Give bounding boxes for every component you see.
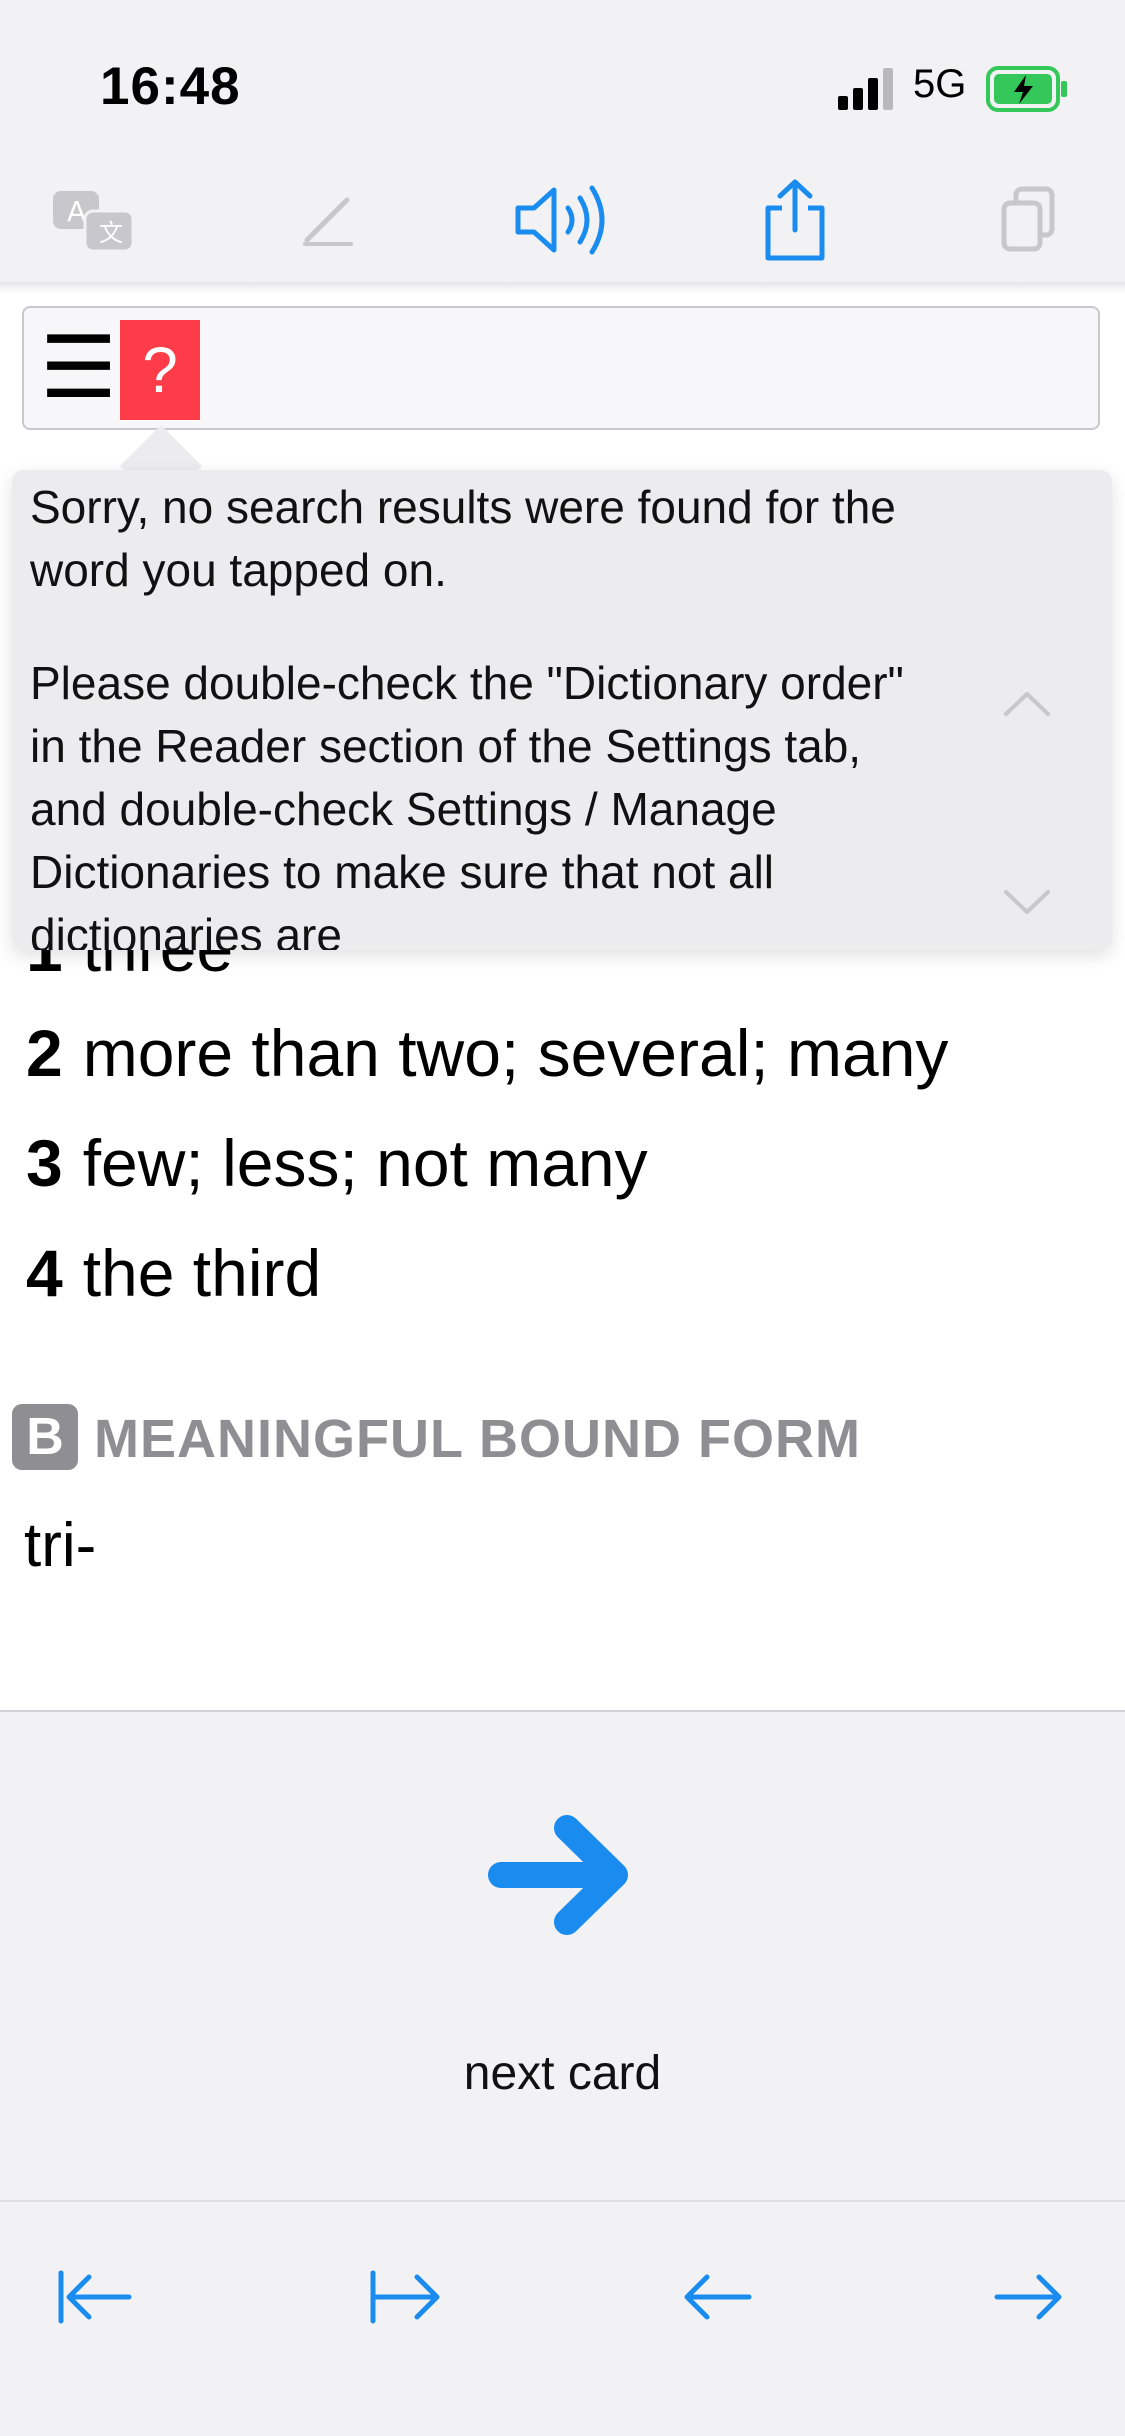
definition-text: more than two; several; many (82, 1016, 949, 1090)
definition-number: 3 (26, 1126, 63, 1200)
share-button[interactable] (745, 170, 845, 270)
definition-text: few; less; not many (82, 1126, 648, 1200)
next-card-arrow-icon[interactable] (487, 1810, 637, 1940)
next-card-area[interactable] (0, 1712, 1125, 2200)
speaker-icon (515, 185, 605, 255)
copy-icon (1001, 186, 1055, 252)
speak-button[interactable] (512, 170, 612, 270)
popup-message-2: Please double-check the "Dictionary orde… (30, 657, 904, 950)
definition-text: the third (82, 1236, 322, 1310)
chevron-down-icon[interactable] (1002, 888, 1052, 918)
bottom-nav-bar (0, 2200, 1125, 2436)
translate-icon: A 文 (53, 191, 135, 253)
unknown-word-marker[interactable]: ? (120, 320, 200, 420)
no-results-popup[interactable]: Sorry, no search results were found for … (12, 470, 1112, 950)
section-badge: B (12, 1404, 78, 1470)
share-icon (765, 179, 825, 261)
next-arrow-icon (994, 2274, 1062, 2320)
signal-icon (838, 68, 893, 110)
translate-button[interactable]: A 文 (44, 170, 144, 270)
battery-icon (986, 66, 1067, 112)
first-card-button[interactable] (40, 2242, 150, 2352)
definition-number: 2 (26, 1016, 63, 1090)
copy-button[interactable] (978, 170, 1078, 270)
definition-number: 4 (26, 1236, 63, 1310)
last-card-button[interactable] (352, 2242, 462, 2352)
next-card-button[interactable] (974, 2242, 1084, 2352)
menu-icon[interactable]: ☰ (40, 316, 117, 420)
edit-button[interactable] (279, 170, 379, 270)
popup-message-1: Sorry, no search results were found for … (30, 481, 896, 596)
top-toolbar: A 文 (0, 160, 1125, 282)
svg-text:文: 文 (99, 219, 123, 247)
chevron-up-icon[interactable] (1002, 688, 1052, 718)
last-arrow-icon (370, 2270, 440, 2324)
status-time: 16:48 (100, 57, 241, 116)
definition-item: 2 more than two; several; many (26, 1015, 948, 1091)
popup-body: Sorry, no search results were found for … (30, 476, 950, 950)
svg-text:A: A (67, 195, 86, 228)
network-label: 5G (913, 62, 967, 106)
toolbar-shadow (0, 282, 1125, 294)
section-title: MEANINGFUL BOUND FORM (94, 1409, 861, 1469)
word-display-box[interactable]: ☰ ? (22, 306, 1100, 430)
pencil-icon (303, 197, 353, 246)
next-card-label[interactable]: next card (0, 2046, 1125, 2101)
definition-item: 4 the third (26, 1235, 321, 1311)
first-arrow-icon (58, 2270, 132, 2324)
status-bar: 16:48 5G (0, 0, 1125, 160)
definition-item: 3 few; less; not many (26, 1125, 648, 1201)
prev-arrow-icon (684, 2274, 752, 2320)
previous-card-button[interactable] (662, 2242, 772, 2352)
bound-form-text: tri- (24, 1511, 97, 1580)
